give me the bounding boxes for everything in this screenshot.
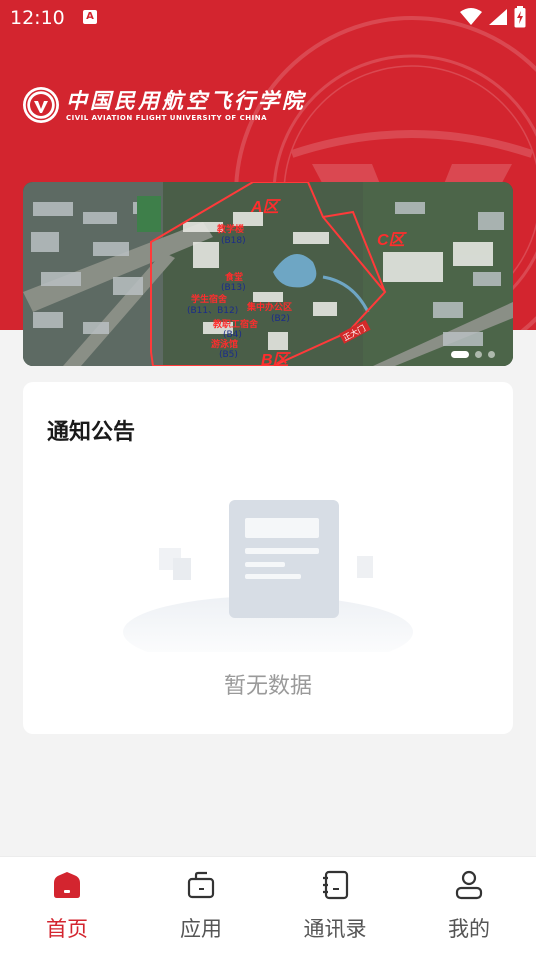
swimming-hall-code: (B5)	[219, 350, 238, 360]
tab-contacts[interactable]: 通讯录	[268, 857, 402, 955]
office-area-code: (B2)	[271, 314, 290, 324]
office-area-label: 集中办公区	[246, 301, 292, 313]
teaching-building-label: 教学楼	[216, 223, 244, 235]
university-name-en: CIVIL AVIATION FLIGHT UNIVERSITY OF CHIN…	[66, 113, 267, 122]
contacts-book-icon	[323, 870, 349, 900]
pagination-dot[interactable]	[488, 351, 495, 358]
university-emblem-icon	[23, 87, 59, 123]
campus-aerial-map: A区 C区 B区 教学楼 (B18) 食堂 (B13) 学生宿舍 (B11、B1…	[23, 182, 513, 366]
canteen-label: 食堂	[224, 271, 243, 283]
banner-pagination	[451, 351, 495, 358]
student-dorm-code: (B11、B12)	[187, 306, 238, 316]
pagination-dot-active[interactable]	[451, 351, 469, 358]
wifi-icon	[460, 8, 482, 25]
canteen-code: (B13)	[221, 283, 246, 293]
battery-charging-icon	[514, 6, 526, 28]
zone-c-label: C区	[377, 232, 408, 249]
tab-apps[interactable]: 应用	[134, 857, 268, 955]
tab-label-mine: 我的	[448, 917, 490, 941]
staff-dorm-label: 教职工宿舍	[212, 318, 259, 330]
university-logo: 中国民用航空飞行学院 CIVIL AVIATION FLIGHT UNIVERS…	[22, 86, 306, 124]
tab-label-home: 首页	[46, 917, 88, 941]
campus-map-banner[interactable]: A区 C区 B区 教学楼 (B18) 食堂 (B13) 学生宿舍 (B11、B1…	[23, 182, 513, 366]
cellular-signal-icon	[489, 9, 507, 25]
tab-label-apps: 应用	[180, 917, 222, 941]
university-name-cn: 中国民用航空飞行学院	[66, 87, 306, 113]
bottom-tab-bar: 首页 应用 通讯录 我的	[0, 856, 536, 955]
status-time: 12:10	[10, 7, 65, 29]
user-icon	[455, 870, 483, 900]
teaching-building-code: (B18)	[221, 236, 246, 246]
empty-state-text: 暂无数据	[223, 674, 312, 699]
status-bar: 12:10 A	[0, 0, 536, 36]
briefcase-icon	[187, 871, 215, 899]
staff-dorm-code: (B4)	[223, 330, 242, 340]
notice-title: 通知公告	[47, 420, 136, 445]
zone-a-label: A区	[250, 199, 282, 216]
a-notification-icon: A	[83, 10, 97, 24]
tab-label-contacts: 通讯录	[303, 917, 367, 941]
notice-card: 通知公告 暂无数据	[23, 382, 513, 734]
pagination-dot[interactable]	[475, 351, 482, 358]
tab-mine[interactable]: 我的	[402, 857, 536, 955]
home-icon	[54, 872, 80, 898]
empty-document-icon	[123, 500, 413, 652]
student-dorm-label: 学生宿舍	[191, 293, 228, 305]
zone-b-label: B区	[261, 352, 292, 366]
swimming-hall-label: 游泳馆	[211, 338, 238, 350]
tab-home[interactable]: 首页	[0, 857, 134, 955]
